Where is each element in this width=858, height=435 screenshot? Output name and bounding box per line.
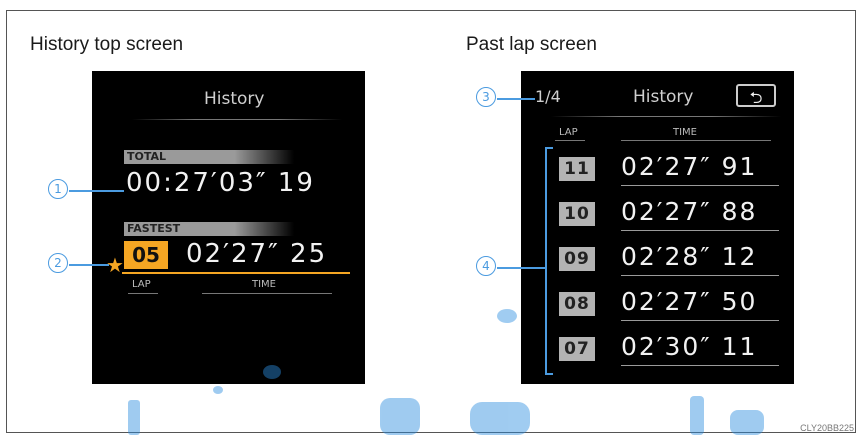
time-col-line (621, 140, 771, 141)
lap-underline (621, 275, 779, 276)
lap-time: 02′27″ 91 (621, 152, 758, 181)
back-button[interactable]: ⮌ (736, 84, 776, 107)
callout-1-leader (69, 190, 124, 192)
callout-4-leader (497, 267, 545, 269)
watermark-stroke (380, 398, 420, 435)
fastest-time: 02′27″ 25 (186, 239, 328, 269)
callout-4: 4 (476, 256, 496, 276)
callout-2-leader (69, 264, 109, 266)
figure-code: CLY20BB225 (800, 423, 854, 433)
lap-column-label: LAP (132, 279, 151, 290)
watermark-graphic (128, 309, 764, 435)
fastest-lap-badge: 05 (124, 241, 168, 269)
lap-underline (621, 185, 779, 186)
fastest-label: FASTEST (124, 222, 294, 236)
watermark-stroke (730, 410, 764, 435)
left-caption: History top screen (30, 34, 184, 55)
star-icon: ★ (106, 253, 124, 277)
watermark-stroke (690, 396, 704, 435)
total-time: 00:27′03″ 19 (126, 168, 315, 198)
callout-2: 2 (48, 253, 68, 273)
lap-col-line (555, 140, 585, 141)
lap-underline (621, 230, 779, 231)
right-caption: Past lap screen (466, 34, 597, 55)
title-divider (551, 116, 781, 117)
back-arrow-icon: ⮌ (749, 88, 763, 107)
watermark-dot (263, 365, 281, 379)
lap-number: 11 (559, 157, 595, 181)
lap-number: 10 (559, 202, 595, 226)
screen-title: History (204, 89, 265, 109)
watermark-stroke (470, 402, 530, 435)
lap-time: 02′28″ 12 (621, 242, 758, 271)
time-column-label: TIME (252, 279, 277, 290)
watermark-dot (497, 309, 517, 323)
fastest-underline (122, 272, 350, 274)
callout-3-leader (497, 98, 535, 100)
callout-3: 3 (476, 87, 496, 107)
time-column-label: TIME (673, 127, 698, 138)
lap-col-line (128, 293, 158, 294)
title-divider (132, 119, 342, 120)
lap-column-label: LAP (559, 127, 578, 138)
watermark-stroke (128, 400, 140, 435)
total-label: TOTAL (124, 150, 294, 164)
lap-number: 09 (559, 247, 595, 271)
watermark-dot (213, 386, 223, 394)
page-indicator: 1/4 (535, 87, 561, 106)
time-col-line (202, 293, 332, 294)
callout-1: 1 (48, 179, 68, 199)
screen-title: History (633, 87, 694, 107)
lap-time: 02′27″ 88 (621, 197, 758, 226)
